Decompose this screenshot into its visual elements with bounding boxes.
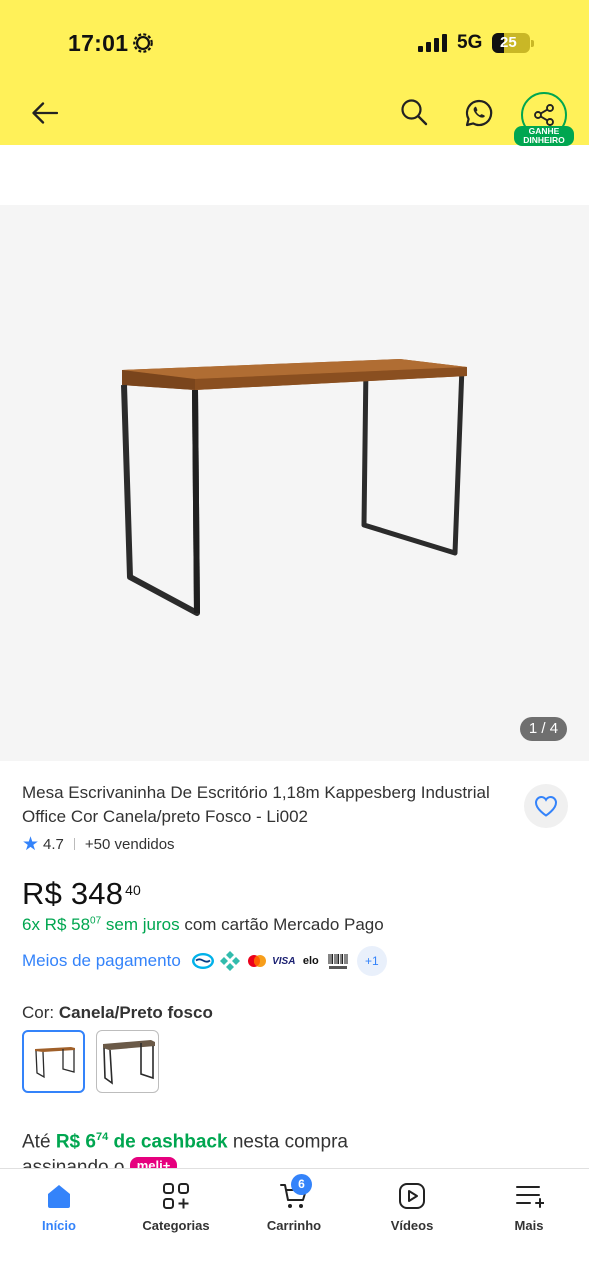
tab-label-inicio: Início: [42, 1218, 76, 1233]
boleto-icon: [328, 954, 348, 969]
home-icon: [48, 1185, 70, 1208]
back-button[interactable]: [28, 98, 62, 128]
battery-icon: 25: [492, 33, 535, 53]
payment-icons: VISA elo +1: [191, 946, 387, 976]
color-swatch-canela[interactable]: [22, 1030, 85, 1093]
top-header: 17:01 5G 25 GANHE DINHEIRO: [0, 0, 589, 146]
rating-value: 4.7: [43, 835, 64, 853]
tab-categorias[interactable]: Categorias: [126, 1181, 226, 1239]
cashback-prefix: Até: [22, 1131, 51, 1153]
tab-label-carrinho: Carrinho: [266, 1218, 322, 1233]
price-cents: 40: [125, 882, 141, 898]
color-swatch-dark[interactable]: [96, 1030, 159, 1093]
more-icon: [516, 1186, 544, 1208]
star-icon: ★: [22, 833, 40, 855]
favorite-button[interactable]: [524, 784, 568, 828]
share-icon: [534, 104, 554, 126]
elo-icon: elo: [302, 955, 319, 967]
tab-mais[interactable]: Mais: [479, 1181, 579, 1239]
status-time: 17:01: [68, 30, 129, 56]
nav-bar: GANHE DINHEIRO: [0, 88, 589, 146]
product-image: [121, 359, 467, 616]
swatch-image-canela: [34, 1046, 75, 1078]
search-button[interactable]: [398, 96, 430, 128]
cashback-amount: R$ 6: [55, 1131, 96, 1153]
rating-divider: [73, 838, 75, 850]
mercado-pago-icon: [191, 953, 214, 969]
installment-cents: 07: [90, 915, 102, 927]
cart-count-badge: 6: [291, 1174, 312, 1195]
tab-label-videos: Vídeos: [390, 1218, 434, 1233]
share-badge-label: GANHE DINHEIRO: [514, 126, 574, 146]
visa-icon: VISA: [272, 955, 296, 967]
back-arrow-icon: [32, 102, 58, 124]
payment-more-badge[interactable]: +1: [356, 946, 387, 976]
price: R$ 348 40: [22, 876, 141, 912]
installments: 6x R$ 5807 sem juros com cartão Mercado …: [22, 915, 384, 935]
price-main: R$ 348: [22, 876, 124, 911]
rating-row[interactable]: ★ 4.7 +50 vendidos: [22, 834, 175, 854]
bottom-nav: Início Categorias 6 Carrinho Vídeos Mais: [0, 1168, 589, 1280]
installment-no-interest: sem juros: [105, 915, 180, 934]
cashback-suffix: nesta compra: [232, 1131, 348, 1153]
pix-icon: [219, 951, 240, 971]
whatsapp-button[interactable]: [462, 96, 496, 130]
cashback-highlight: de cashback: [113, 1131, 228, 1153]
status-bar: 17:01 5G 25: [0, 28, 589, 60]
settings-gear-icon: [133, 33, 153, 53]
image-counter: 1 / 4: [520, 717, 567, 741]
tab-videos[interactable]: Vídeos: [362, 1181, 462, 1239]
tab-label-mais: Mais: [514, 1218, 544, 1233]
heart-icon: [534, 795, 558, 817]
categories-icon: [163, 1183, 189, 1209]
signal-icon: [418, 34, 447, 52]
installment-suffix: com cartão Mercado Pago: [184, 915, 384, 934]
search-icon: [401, 99, 428, 126]
color-value: Canela/Preto fosco: [58, 1003, 213, 1022]
network-type: 5G: [457, 32, 483, 53]
payment-methods-link[interactable]: Meios de pagamento: [22, 951, 181, 971]
sold-count: +50 vendidos: [84, 835, 175, 853]
tab-carrinho[interactable]: 6 Carrinho: [244, 1174, 344, 1239]
video-icon: [399, 1183, 425, 1209]
tab-label-categorias: Categorias: [142, 1218, 210, 1233]
tab-inicio[interactable]: Início: [9, 1181, 109, 1239]
share-earn-button[interactable]: GANHE DINHEIRO: [514, 92, 574, 148]
product-gallery[interactable]: 1 / 4: [0, 205, 589, 761]
mastercard-icon: [247, 955, 266, 967]
payment-methods-row[interactable]: Meios de pagamento VISA elo +1: [22, 946, 387, 976]
color-label: Cor: Canela/Preto fosco: [22, 1003, 213, 1023]
whatsapp-icon: [465, 99, 493, 127]
cashback-cents: 74: [95, 1131, 109, 1143]
swatch-image-dark: [102, 1039, 155, 1085]
color-label-prefix: Cor:: [22, 1003, 55, 1022]
battery-level: 25: [500, 34, 517, 51]
installment-amount: 6x R$ 58: [22, 915, 91, 934]
product-title: Mesa Escrivaninha De Escritório 1,18m Ka…: [22, 783, 490, 826]
